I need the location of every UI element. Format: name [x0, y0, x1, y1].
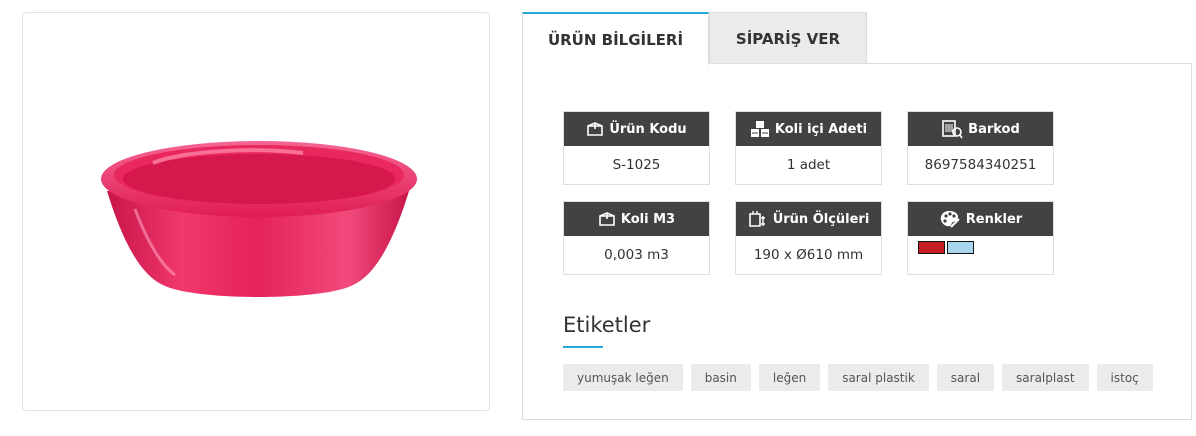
- tag-item[interactable]: basin: [690, 364, 751, 391]
- tag-item[interactable]: saral: [936, 364, 995, 391]
- info-box-header: Renkler: [908, 202, 1053, 236]
- product-image-card[interactable]: [22, 12, 490, 411]
- dimensions-value: 190 x Ø610 mm: [753, 247, 864, 263]
- tag-item[interactable]: yumuşak leğen: [563, 364, 683, 391]
- info-label: Renkler: [965, 211, 1023, 227]
- info-box-colors: Renkler: [907, 201, 1054, 275]
- tag-list: yumuşak leğen basin leğen saral plastik …: [563, 364, 1153, 391]
- box-icon: [586, 121, 604, 137]
- info-box-package-volume: Koli M3 0,003 m3: [563, 201, 710, 275]
- info-label: Koli içi Adeti: [774, 121, 868, 137]
- info-box-header: Koli içi Adeti: [736, 112, 881, 146]
- tag-item[interactable]: saral plastik: [828, 364, 929, 391]
- info-label: Barkod: [968, 121, 1020, 137]
- boxes-icon: [750, 120, 770, 138]
- info-box-header: Koli M3: [564, 202, 709, 236]
- info-box-product-code: Ürün Kodu S-1025: [563, 111, 710, 185]
- info-label: Ürün Kodu: [609, 121, 687, 137]
- info-box-header: Ürün Kodu: [564, 112, 709, 146]
- info-box-dimensions: Ürün Ölçüleri 190 x Ø610 mm: [735, 201, 882, 275]
- info-box-pack-qty: Koli içi Adeti 1 adet: [735, 111, 882, 185]
- barcode-icon: [941, 119, 963, 139]
- box-icon: [598, 211, 616, 227]
- palette-icon: [939, 209, 961, 229]
- tag-item[interactable]: saralplast: [1002, 364, 1089, 391]
- info-box-header: Barkod: [908, 112, 1053, 146]
- tab-order[interactable]: SİPARİŞ VER: [709, 12, 867, 64]
- measure-icon: [748, 210, 768, 228]
- color-swatch-red[interactable]: [918, 241, 945, 254]
- info-label: Koli M3: [620, 211, 676, 227]
- tab-product-info[interactable]: ÜRÜN BİLGİLERİ: [522, 12, 709, 65]
- info-box-header: Ürün Ölçüleri: [736, 202, 881, 236]
- color-swatches: [918, 241, 974, 254]
- color-swatch-light-blue[interactable]: [947, 241, 974, 254]
- product-code-value: S-1025: [612, 157, 661, 173]
- info-box-barcode: Barkod 8697584340251: [907, 111, 1054, 185]
- package-volume-value: 0,003 m3: [604, 247, 669, 263]
- pack-qty-value: 1 adet: [786, 157, 831, 173]
- tags-title-underline: [563, 346, 603, 348]
- tags-title: Etiketler: [563, 313, 651, 337]
- tag-item[interactable]: istoç: [1096, 364, 1153, 391]
- barcode-value: 8697584340251: [924, 157, 1037, 173]
- product-image-basin: [101, 141, 417, 297]
- tag-item[interactable]: leğen: [758, 364, 821, 391]
- info-label: Ürün Ölçüleri: [772, 211, 870, 227]
